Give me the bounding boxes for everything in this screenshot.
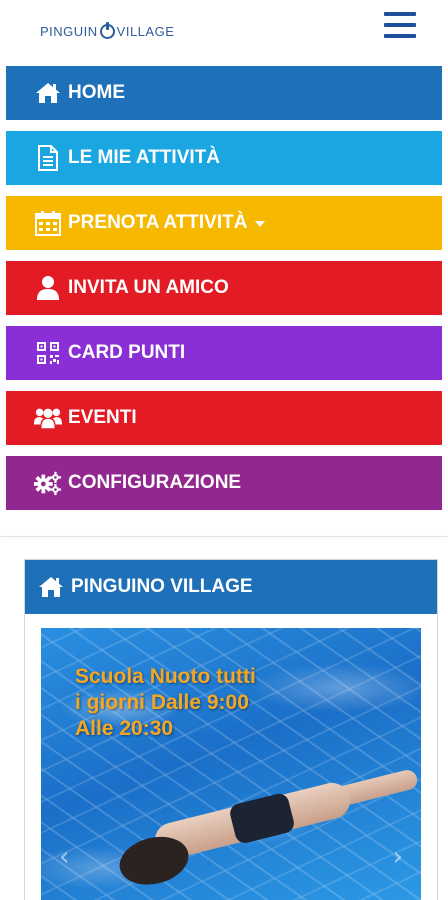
app-header: PINGUIN VILLAGE — [0, 0, 448, 66]
caption-line: i giorni Dalle 9:00 — [75, 691, 249, 714]
slide-caption: Scuola Nuoto tutti i giorni Dalle 9:00 A… — [75, 664, 256, 742]
home-icon — [37, 573, 65, 601]
qr-code-icon — [34, 339, 62, 367]
logo-power-icon — [99, 22, 115, 39]
panel-header: PINGUINO VILLAGE — [25, 560, 437, 614]
menu-item-le-mie-attivita[interactable]: LE MIE ATTIVITÀ — [6, 131, 442, 185]
menu-item-home[interactable]: HOME — [6, 66, 442, 120]
menu-item-label: PRENOTA ATTIVITÀ — [68, 212, 248, 233]
village-panel: PINGUINO VILLAGE Scuola Nuoto tutti i gi… — [24, 559, 438, 900]
logo-text-right: VILLAGE — [116, 24, 175, 39]
caption-line: Alle 20:30 — [75, 717, 174, 740]
panel-title: PINGUINO VILLAGE — [71, 576, 253, 597]
menu-item-card-punti[interactable]: CARD PUNTI — [6, 326, 442, 380]
home-icon — [34, 79, 62, 107]
menu-item-label: CARD PUNTI — [68, 342, 186, 363]
group-icon — [34, 404, 62, 432]
calendar-icon — [34, 209, 62, 237]
menu-item-label: LE MIE ATTIVITÀ — [68, 147, 220, 168]
menu-item-label: CONFIGURAZIONE — [68, 472, 242, 493]
logo-text-left: PINGUIN — [40, 24, 98, 39]
pinguino-village-logo[interactable]: PINGUIN VILLAGE — [40, 22, 175, 39]
hamburger-menu-icon[interactable] — [384, 12, 416, 38]
section-divider — [0, 536, 448, 537]
menu-item-label: EVENTI — [68, 407, 137, 428]
menu-item-prenota-attivita[interactable]: PRENOTA ATTIVITÀ — [6, 196, 442, 250]
image-carousel[interactable]: Scuola Nuoto tutti i giorni Dalle 9:00 A… — [41, 628, 421, 900]
carousel-prev-icon[interactable]: ‹ — [59, 842, 69, 872]
menu-item-configurazione[interactable]: CONFIGURAZIONE — [6, 456, 442, 510]
caption-line: Scuola Nuoto tutti — [75, 665, 256, 688]
gears-icon — [34, 469, 62, 497]
carousel-next-icon[interactable]: › — [393, 842, 403, 872]
main-menu: HOME LE MIE ATTIVITÀ PRENOTA ATTIVITÀ IN… — [0, 66, 448, 510]
menu-item-eventi[interactable]: EVENTI — [6, 391, 442, 445]
menu-item-invita-un-amico[interactable]: INVITA UN AMICO — [6, 261, 442, 315]
menu-item-label: HOME — [68, 82, 125, 103]
caret-down-icon — [255, 221, 266, 227]
document-icon — [34, 144, 62, 172]
user-icon — [34, 274, 62, 302]
menu-item-label: INVITA UN AMICO — [68, 277, 229, 298]
panel-body: Scuola Nuoto tutti i giorni Dalle 9:00 A… — [25, 614, 437, 900]
